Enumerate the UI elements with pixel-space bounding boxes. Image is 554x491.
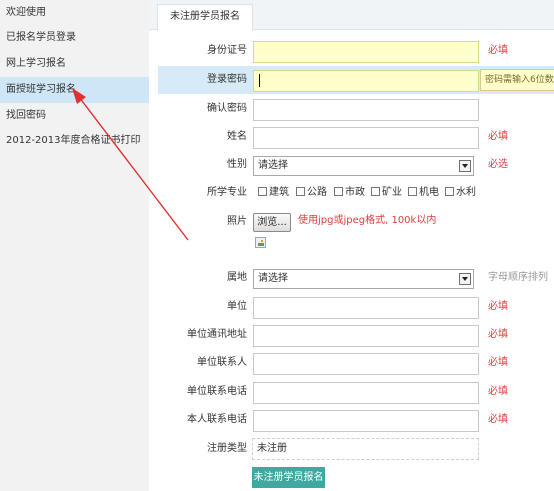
sidebar: 欢迎使用 已报名学员登录 网上学习报名 面授班学习报名 找回密码 2012-20… — [0, 0, 149, 491]
gender-select[interactable]: 请选择 — [253, 156, 474, 176]
sidebar-item-welcome[interactable]: 欢迎使用 — [0, 0, 149, 26]
chevron-down-icon — [459, 160, 471, 172]
checkbox-box[interactable] — [296, 187, 305, 196]
reg-type-label: 注册类型 — [207, 443, 247, 454]
checkbox-label: 建筑 — [269, 187, 289, 198]
region-label: 属地 — [227, 272, 247, 283]
gender-label: 性别 — [227, 159, 247, 170]
text-caret — [259, 74, 260, 87]
photo-format-note: 使用jpg或jpeg格式, 100k以内 — [298, 215, 437, 226]
id-number-input[interactable] — [253, 41, 479, 63]
unit-phone-label: 单位联系电话 — [187, 386, 247, 397]
sidebar-item-certificate-print[interactable]: 2012-2013年度合格证书打印 — [0, 128, 149, 154]
checkbox-box[interactable] — [371, 187, 380, 196]
major-checkbox-shizheng[interactable]: 市政 — [334, 187, 365, 199]
checkbox-label: 水利 — [456, 187, 476, 198]
photo-label: 照片 — [227, 216, 247, 227]
major-checkbox-gonglu[interactable]: 公路 — [296, 187, 327, 199]
sidebar-item-label: 面授班学习报名 — [6, 84, 76, 95]
personal-phone-input[interactable] — [253, 410, 479, 432]
unit-contact-label: 单位联系人 — [197, 357, 247, 368]
reg-type-value: 未注册 — [252, 438, 479, 460]
checkbox-box[interactable] — [258, 187, 267, 196]
gender-required: 必选 — [488, 159, 508, 170]
major-checkbox-shuili[interactable]: 水利 — [445, 187, 476, 199]
sidebar-item-recover-password[interactable]: 找回密码 — [0, 103, 149, 129]
image-placeholder-icon — [255, 237, 266, 248]
region-selected: 请选择 — [258, 273, 288, 284]
name-required: 必填 — [488, 131, 508, 142]
sidebar-item-label: 欢迎使用 — [6, 7, 46, 18]
sidebar-item-label: 找回密码 — [6, 110, 46, 121]
personal-phone-label: 本人联系电话 — [187, 414, 247, 425]
password-input[interactable] — [253, 70, 479, 92]
name-label: 姓名 — [227, 131, 247, 142]
unit-label: 单位 — [227, 301, 247, 312]
unit-phone-required: 必填 — [488, 386, 508, 397]
confirm-password-label: 确认密码 — [207, 103, 247, 114]
gender-selected: 请选择 — [258, 160, 288, 171]
unit-address-label: 单位通讯地址 — [187, 329, 247, 340]
checkbox-label: 机电 — [419, 187, 439, 198]
unit-contact-input[interactable] — [253, 353, 479, 375]
unit-contact-required: 必填 — [488, 357, 508, 368]
password-tip: 密码需输入6位数字 — [480, 69, 554, 91]
tab-bar: 未注册学员报名 — [149, 0, 554, 31]
checkbox-label: 市政 — [345, 187, 365, 198]
region-select[interactable]: 请选择 — [253, 269, 474, 289]
checkbox-box[interactable] — [334, 187, 343, 196]
id-number-label: 身份证号 — [207, 45, 247, 56]
major-checkbox-jianzhu[interactable]: 建筑 — [258, 187, 289, 199]
sidebar-item-classroom-study[interactable]: 面授班学习报名 — [0, 77, 149, 103]
sidebar-item-registered-login[interactable]: 已报名学员登录 — [0, 25, 149, 51]
checkbox-label: 公路 — [307, 187, 327, 198]
unit-address-input[interactable] — [253, 325, 479, 347]
region-hint: 字母顺序排列 — [488, 272, 548, 283]
major-checkbox-jidian[interactable]: 机电 — [408, 187, 439, 199]
unit-address-required: 必填 — [488, 329, 508, 340]
id-number-required: 必填 — [488, 45, 508, 56]
password-label: 登录密码 — [207, 74, 247, 85]
checkbox-box[interactable] — [408, 187, 417, 196]
tab-label: 未注册学员报名 — [170, 11, 240, 22]
confirm-password-input[interactable] — [253, 99, 479, 121]
major-checkbox-kuangye[interactable]: 矿业 — [371, 187, 402, 199]
checkbox-label: 矿业 — [382, 187, 402, 198]
browse-button[interactable]: 浏览... — [253, 213, 291, 232]
personal-phone-required: 必填 — [488, 414, 508, 425]
sidebar-item-online-study[interactable]: 网上学习报名 — [0, 51, 149, 77]
sidebar-item-label: 2012-2013年度合格证书打印 — [6, 135, 141, 146]
unit-required: 必填 — [488, 301, 508, 312]
sidebar-item-label: 网上学习报名 — [6, 58, 66, 69]
unit-phone-input[interactable] — [253, 382, 479, 404]
submit-button[interactable]: 未注册学员报名 — [252, 467, 325, 488]
checkbox-box[interactable] — [445, 187, 454, 196]
tab-unregistered-signup[interactable]: 未注册学员报名 — [157, 4, 253, 31]
sidebar-item-label: 已报名学员登录 — [6, 32, 76, 43]
unit-input[interactable] — [253, 297, 479, 319]
chevron-down-icon — [459, 273, 471, 285]
major-label: 所学专业 — [207, 187, 247, 198]
name-input[interactable] — [253, 127, 479, 149]
